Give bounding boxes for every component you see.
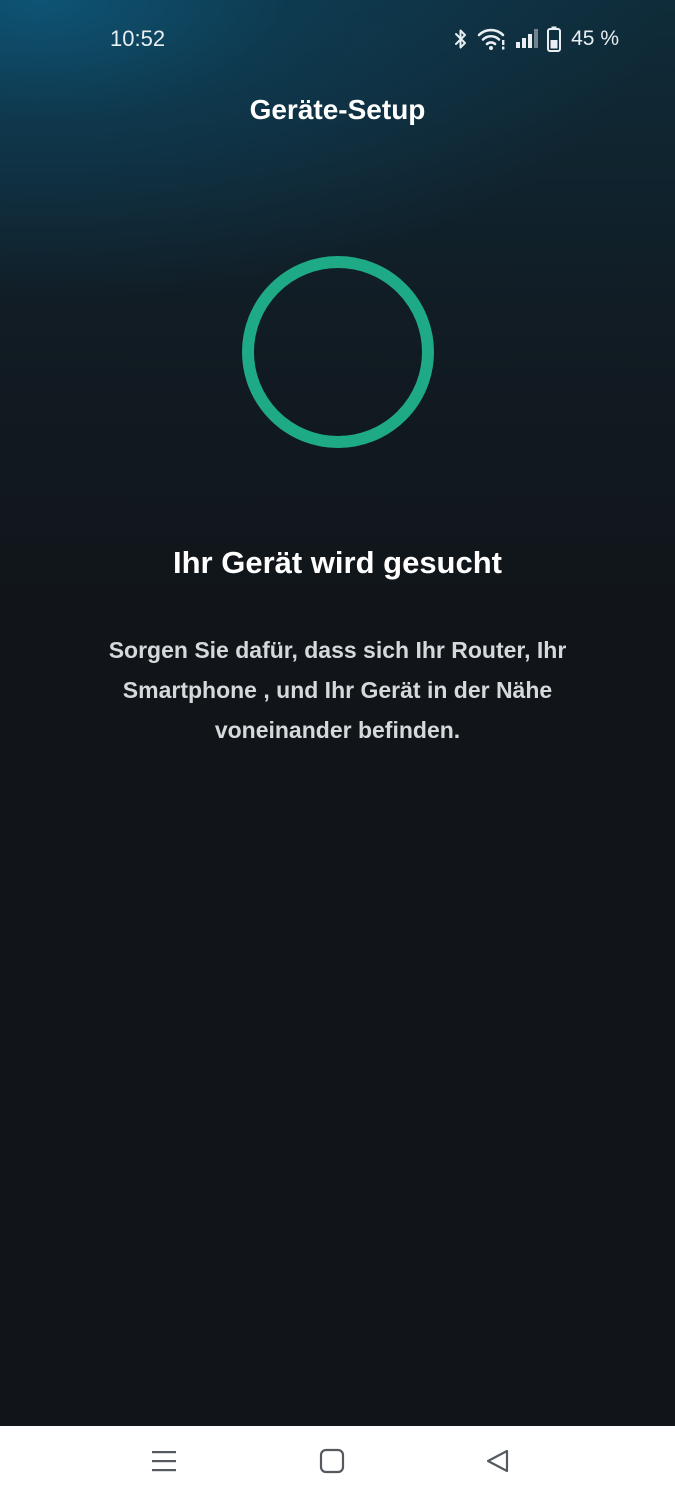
bluetooth-icon xyxy=(453,27,469,51)
menu-icon xyxy=(151,1449,177,1478)
home-button[interactable] xyxy=(292,1426,372,1500)
setup-screen: 10:52 45 % Geräte-Setup Ihr Gerät wird g… xyxy=(0,0,675,1426)
navigation-bar xyxy=(0,1426,675,1500)
status-bar: 10:52 45 % xyxy=(0,0,675,80)
wifi-icon xyxy=(477,27,507,51)
spinner-ring xyxy=(242,256,434,448)
home-icon xyxy=(319,1448,345,1479)
menu-button[interactable] xyxy=(124,1426,204,1500)
status-time: 10:52 xyxy=(110,26,166,51)
battery-icon xyxy=(547,26,562,52)
back-icon xyxy=(485,1448,511,1479)
page-title: Geräte-Setup xyxy=(249,94,426,125)
search-spinner xyxy=(240,254,436,450)
search-heading: Ihr Gerät wird gesucht xyxy=(172,545,502,580)
battery-percent: 45 % xyxy=(571,27,619,50)
back-button[interactable] xyxy=(458,1426,538,1500)
signal-icon xyxy=(515,28,539,50)
status-icons: 45 % xyxy=(453,24,619,54)
search-description: Sorgen Sie dafür, dass sich Ihr Router, … xyxy=(108,637,567,743)
